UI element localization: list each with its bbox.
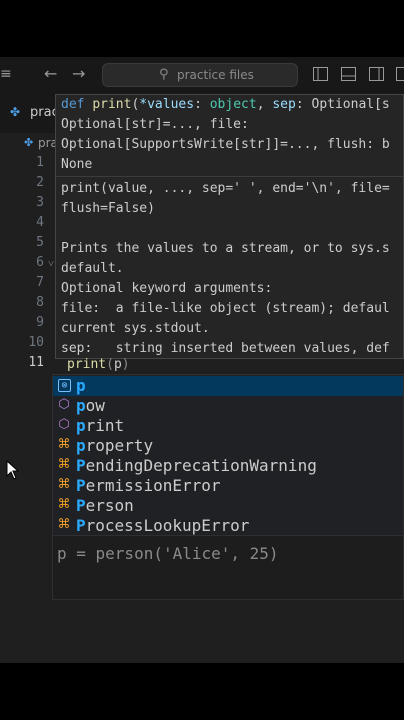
suggestion-match: P	[76, 476, 86, 495]
suggestion-item[interactable]: ⌘ ProcessLookupError	[53, 516, 403, 536]
line-number: 1	[36, 155, 44, 170]
suggestion-item[interactable]: ⌘ property	[53, 436, 403, 456]
signature-hover-widget: def print(*values: object, sep: Optional…	[55, 94, 404, 359]
signature-line: None	[61, 157, 93, 172]
doc-line: Optional keyword arguments:	[61, 281, 273, 296]
doc-line: flush=False)	[61, 201, 155, 216]
hover-divider	[56, 176, 403, 177]
function-cube-icon: ⬡	[58, 397, 70, 412]
suggestion-item[interactable]: ⬡ pow	[53, 396, 403, 416]
doc-line: print(value, ..., sep=' ', end='\n', fil…	[61, 181, 390, 196]
layout-sidebar-right-icon[interactable]	[369, 66, 384, 85]
forward-arrow-icon[interactable]: →	[72, 64, 85, 83]
suggestion-label: print	[76, 416, 125, 435]
suggestion-label: p	[76, 376, 86, 396]
suggestion-label: Person	[76, 496, 134, 515]
search-placeholder: practice files	[177, 68, 254, 82]
suggestion-match: p	[76, 376, 86, 395]
suggestion-label: PendingDeprecationWarning	[76, 456, 317, 475]
suggestion-match: p	[76, 436, 86, 455]
signature-line: Optional[str]=..., file:	[61, 117, 249, 132]
line-number: 6	[36, 255, 44, 270]
line-number: 4	[36, 215, 44, 230]
doc-line: current sys.stdout.	[61, 321, 210, 336]
python-file-icon: ✤	[10, 105, 21, 119]
class-icon: ⌘	[57, 437, 71, 452]
code-close-paren: )	[121, 357, 130, 372]
suggestion-match: p	[76, 396, 86, 415]
suggestion-match: P	[76, 516, 86, 535]
line-number: 2	[36, 175, 44, 190]
line-number: 3	[36, 195, 44, 210]
title-bar: ≡ ← → ⚲ practice files	[0, 57, 404, 93]
search-icon: ⚲	[159, 67, 169, 82]
suggestion-match: p	[76, 416, 86, 435]
suggestion-label: pow	[76, 396, 105, 415]
class-icon: ⌘	[57, 457, 71, 472]
code-open-paren: (	[106, 357, 114, 372]
suggestion-item[interactable]: ⌘ PermissionError	[53, 476, 403, 496]
doc-line: default.	[61, 261, 124, 276]
suggestion-label: PermissionError	[76, 476, 221, 495]
code-line-11[interactable]: print(p)	[67, 355, 130, 375]
command-center-search[interactable]: ⚲ practice files	[102, 63, 298, 87]
suggestion-item[interactable]: ⊗ p	[53, 376, 403, 396]
variable-icon: ⊗	[58, 379, 71, 392]
suggestion-match: P	[76, 456, 86, 475]
class-icon: ⌘	[57, 517, 71, 532]
fold-chevron-icon[interactable]: ˅	[48, 257, 54, 270]
line-number: 10	[28, 335, 44, 350]
python-file-icon: ✤	[24, 136, 34, 149]
code-typed-text: p	[113, 357, 122, 372]
signature-line: def print(*values: object, sep: Optional…	[61, 97, 390, 112]
suggestion-match: P	[76, 496, 86, 515]
signature-line: Optional[SupportsWrite[str]]=..., flush:…	[61, 137, 390, 152]
doc-line: Prints the values to a stream, or to sys…	[61, 241, 390, 256]
layout-customize-icon[interactable]	[396, 66, 404, 85]
line-number: 7	[36, 275, 44, 290]
code-function-name: print	[67, 357, 107, 372]
class-icon: ⌘	[57, 497, 71, 512]
suggestion-label: ProcessLookupError	[76, 516, 250, 535]
suggestion-label: property	[76, 436, 154, 455]
suggestion-detail-text: p = person('Alice', 25)	[57, 544, 279, 563]
line-number: 5	[36, 235, 44, 250]
line-number: 8	[36, 295, 44, 310]
doc-line: file: a file-like object (stream); defau…	[61, 301, 390, 316]
line-number: 9	[36, 315, 44, 330]
line-number-current: 11	[28, 355, 44, 370]
suggestion-item[interactable]: ⬡ print	[53, 416, 403, 436]
layout-sidebar-left-icon[interactable]	[313, 66, 328, 85]
suggestion-widget: ⊗ p ⬡ pow ⬡ print ⌘ property ⌘ PendingDe…	[52, 374, 404, 600]
back-arrow-icon[interactable]: ←	[44, 64, 57, 83]
layout-panel-icon[interactable]	[341, 66, 356, 85]
suggestion-item[interactable]: ⌘ Person	[53, 496, 403, 516]
function-cube-icon: ⬡	[58, 417, 70, 432]
suggestion-item[interactable]: ⌘ PendingDeprecationWarning	[53, 456, 403, 476]
mouse-pointer-icon	[6, 459, 20, 484]
class-icon: ⌘	[57, 477, 71, 492]
menu-icon[interactable]: ≡	[0, 66, 12, 82]
editor-window: ≡ ← → ⚲ practice files ✤ prac ✤ pra 1 2 …	[0, 57, 404, 663]
breadcrumb[interactable]: ✤ pra	[0, 133, 60, 155]
suggestion-detail: p = person('Alice', 25)	[53, 535, 403, 599]
